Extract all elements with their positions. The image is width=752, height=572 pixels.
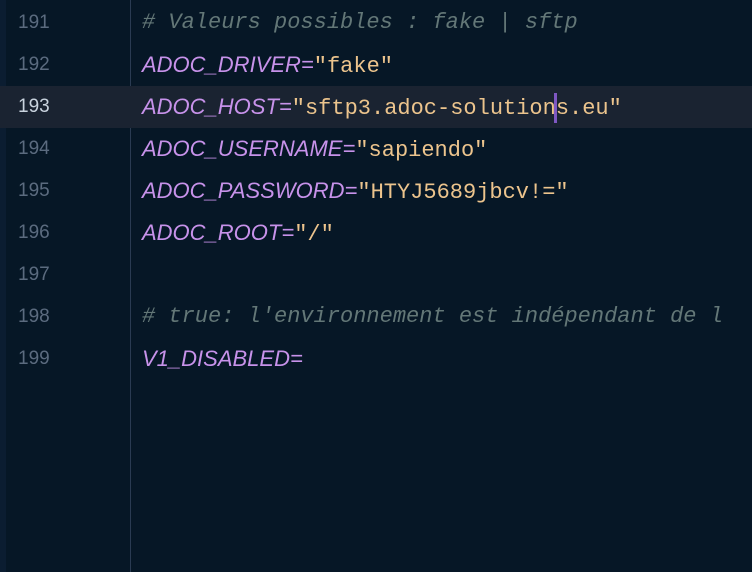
equals-sign: = xyxy=(289,346,303,371)
code-content[interactable]: V1_DISABLED= xyxy=(142,338,303,380)
equals-sign: = xyxy=(342,136,356,161)
env-key: ADOC_ROOT xyxy=(142,220,282,245)
equals-sign: = xyxy=(281,220,295,245)
code-content[interactable]: ADOC_USERNAME="sapiendo" xyxy=(142,128,487,170)
line-number: 192 xyxy=(18,54,50,75)
line-number: 193 xyxy=(18,96,50,117)
comment-text: # true: l'environnement est indépendant … xyxy=(142,304,723,329)
comment-text: # Valeurs possibles : fake | sftp xyxy=(142,10,578,35)
code-line-192[interactable]: 192 ADOC_DRIVER="fake" xyxy=(0,44,752,86)
line-number: 194 xyxy=(18,138,50,159)
env-key: V1_DISABLED xyxy=(142,346,290,371)
code-editor[interactable]: 191 # Valeurs possibles : fake | sftp 19… xyxy=(0,0,752,572)
env-value-after-caret: s.eu" xyxy=(555,96,622,121)
equals-sign: = xyxy=(278,94,292,119)
env-key: ADOC_PASSWORD xyxy=(142,178,345,203)
line-number: 196 xyxy=(18,222,50,243)
code-content[interactable]: # Valeurs possibles : fake | sftp xyxy=(142,2,578,44)
code-line-194[interactable]: 194 ADOC_USERNAME="sapiendo" xyxy=(0,128,752,170)
env-value: "/" xyxy=(294,222,334,247)
code-content[interactable]: ADOC_ROOT="/" xyxy=(142,212,334,254)
env-key: ADOC_USERNAME xyxy=(142,136,343,161)
code-content[interactable]: ADOC_HOST="sftp3.adoc-solutions.eu" xyxy=(142,86,622,128)
env-key: ADOC_DRIVER xyxy=(142,52,301,77)
code-line-193-active[interactable]: 193 ADOC_HOST="sftp3.adoc-solutions.eu" xyxy=(0,86,752,128)
env-value: "HTYJ5689jbcv!=" xyxy=(357,180,569,205)
equals-sign: = xyxy=(344,178,358,203)
code-line-198[interactable]: 198 # true: l'environnement est indépend… xyxy=(0,296,752,338)
env-value: "fake" xyxy=(313,54,393,79)
env-key: ADOC_HOST xyxy=(142,94,279,119)
code-line-199[interactable]: 199 V1_DISABLED= xyxy=(0,338,752,380)
code-line-196[interactable]: 196 ADOC_ROOT="/" xyxy=(0,212,752,254)
env-value: "sapiendo" xyxy=(355,138,488,163)
env-value-before-caret: "sftp3.adoc-solution xyxy=(291,96,556,121)
code-line-197[interactable]: 197 xyxy=(0,254,752,296)
line-number: 191 xyxy=(18,12,50,33)
code-content[interactable]: ADOC_PASSWORD="HTYJ5689jbcv!=" xyxy=(142,170,569,212)
code-content[interactable]: # true: l'environnement est indépendant … xyxy=(142,296,723,338)
line-number: 199 xyxy=(18,348,50,369)
line-number: 195 xyxy=(18,180,50,201)
equals-sign: = xyxy=(300,52,314,77)
line-number: 198 xyxy=(18,306,50,327)
line-number: 197 xyxy=(18,264,50,285)
code-line-195[interactable]: 195 ADOC_PASSWORD="HTYJ5689jbcv!=" xyxy=(0,170,752,212)
code-line-191[interactable]: 191 # Valeurs possibles : fake | sftp xyxy=(0,2,752,44)
code-content[interactable]: ADOC_DRIVER="fake" xyxy=(142,44,393,86)
